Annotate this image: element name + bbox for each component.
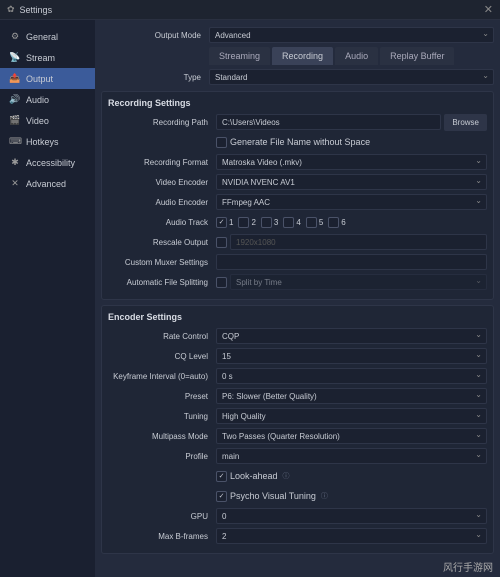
- muxer-input[interactable]: [216, 254, 487, 270]
- titlebar: ✿ Settings ✕: [0, 0, 500, 20]
- gen-filename-nospace-checkbox[interactable]: [216, 137, 227, 148]
- sidebar-item-label: Output: [26, 74, 53, 84]
- sidebar-item-hotkeys[interactable]: ⌨ Hotkeys: [0, 131, 95, 152]
- recording-path-label: Recording Path: [108, 118, 216, 127]
- gpu-label: GPU: [108, 512, 216, 521]
- split-checkbox[interactable]: [216, 277, 227, 288]
- preset-select[interactable]: P6: Slower (Better Quality): [216, 388, 487, 404]
- output-mode-select[interactable]: Advanced: [209, 27, 494, 43]
- track-6-checkbox[interactable]: [328, 217, 339, 228]
- rescale-output-input: 1920x1080: [230, 234, 487, 250]
- track-2-checkbox[interactable]: [238, 217, 249, 228]
- sidebar-item-label: Hotkeys: [26, 137, 59, 147]
- tuning-select[interactable]: High Quality: [216, 408, 487, 424]
- lookahead-label: Look-ahead: [230, 471, 278, 481]
- info-icon[interactable]: ⓘ: [283, 471, 290, 481]
- tab-audio[interactable]: Audio: [335, 47, 378, 65]
- gpu-input[interactable]: 0: [216, 508, 487, 524]
- output-mode-label: Output Mode: [101, 31, 209, 40]
- rate-control-label: Rate Control: [108, 332, 216, 341]
- rescale-output-checkbox[interactable]: [216, 237, 227, 248]
- recording-format-select[interactable]: Matroska Video (.mkv): [216, 154, 487, 170]
- multipass-select[interactable]: Two Passes (Quarter Resolution): [216, 428, 487, 444]
- rescale-output-label: Rescale Output: [108, 238, 216, 247]
- split-select[interactable]: Split by Time: [230, 274, 487, 290]
- sidebar-item-advanced[interactable]: ✕ Advanced: [0, 173, 95, 194]
- antenna-icon: 📡: [9, 52, 21, 63]
- sidebar-item-label: Video: [26, 116, 49, 126]
- psycho-label: Psycho Visual Tuning: [230, 491, 316, 501]
- main-panel: Output Mode Advanced Streaming Recording…: [95, 20, 500, 577]
- sidebar-item-general[interactable]: ⚙ General: [0, 26, 95, 47]
- video-icon: 🎬: [9, 115, 21, 126]
- bframes-input[interactable]: 2: [216, 528, 487, 544]
- encoder-settings-section: Encoder Settings Rate ControlCQP CQ Leve…: [101, 305, 494, 554]
- tab-replay-buffer[interactable]: Replay Buffer: [380, 47, 454, 65]
- cq-level-label: CQ Level: [108, 352, 216, 361]
- audio-encoder-select[interactable]: FFmpeg AAC: [216, 194, 487, 210]
- sidebar-item-accessibility[interactable]: ✱ Accessibility: [0, 152, 95, 173]
- accessibility-icon: ✱: [9, 157, 21, 168]
- sidebar: ⚙ General 📡 Stream 📤 Output 🔊 Audio 🎬 Video ⌨…: [0, 20, 95, 577]
- muxer-label: Custom Muxer Settings: [108, 258, 216, 267]
- psycho-checkbox[interactable]: [216, 491, 227, 502]
- track-4-checkbox[interactable]: [283, 217, 294, 228]
- video-encoder-label: Video Encoder: [108, 178, 216, 187]
- keyboard-icon: ⌨: [9, 136, 21, 147]
- track-3-checkbox[interactable]: [261, 217, 272, 228]
- tab-streaming[interactable]: Streaming: [209, 47, 270, 65]
- audio-encoder-label: Audio Encoder: [108, 198, 216, 207]
- sidebar-item-output[interactable]: 📤 Output: [0, 68, 95, 89]
- rate-control-select[interactable]: CQP: [216, 328, 487, 344]
- sidebar-item-label: Advanced: [26, 179, 66, 189]
- tools-icon: ✕: [9, 178, 21, 189]
- tabs: Streaming Recording Audio Replay Buffer: [209, 47, 494, 65]
- audio-track-label: Audio Track: [108, 218, 216, 227]
- gear-icon: ⚙: [9, 31, 21, 42]
- sidebar-item-audio[interactable]: 🔊 Audio: [0, 89, 95, 110]
- speaker-icon: 🔊: [9, 94, 21, 105]
- keyframe-label: Keyframe Interval (0=auto): [108, 372, 216, 381]
- recording-path-input[interactable]: C:\Users\Videos: [216, 114, 441, 130]
- sidebar-item-stream[interactable]: 📡 Stream: [0, 47, 95, 68]
- multipass-label: Multipass Mode: [108, 432, 216, 441]
- sidebar-item-label: Accessibility: [26, 158, 75, 168]
- window-title: Settings: [20, 5, 484, 15]
- keyframe-input[interactable]: 0 s: [216, 368, 487, 384]
- close-icon[interactable]: ✕: [484, 3, 493, 16]
- type-select[interactable]: Standard: [209, 69, 494, 85]
- type-label: Type: [101, 73, 209, 82]
- preset-label: Preset: [108, 392, 216, 401]
- cq-level-input[interactable]: 15: [216, 348, 487, 364]
- sidebar-item-label: General: [26, 32, 58, 42]
- tuning-label: Tuning: [108, 412, 216, 421]
- profile-select[interactable]: main: [216, 448, 487, 464]
- bframes-label: Max B-frames: [108, 532, 216, 541]
- tab-recording[interactable]: Recording: [272, 47, 333, 65]
- profile-label: Profile: [108, 452, 216, 461]
- browse-button[interactable]: Browse: [444, 114, 487, 131]
- section-title: Recording Settings: [108, 98, 487, 108]
- sidebar-item-label: Audio: [26, 95, 49, 105]
- section-title: Encoder Settings: [108, 312, 487, 322]
- lookahead-checkbox[interactable]: [216, 471, 227, 482]
- gear-icon: ✿: [7, 4, 15, 15]
- sidebar-item-video[interactable]: 🎬 Video: [0, 110, 95, 131]
- gen-filename-nospace-label: Generate File Name without Space: [230, 137, 370, 147]
- track-5-checkbox[interactable]: [306, 217, 317, 228]
- split-label: Automatic File Splitting: [108, 278, 216, 287]
- track-1-checkbox[interactable]: [216, 217, 227, 228]
- recording-settings-section: Recording Settings Recording Path C:\Use…: [101, 91, 494, 300]
- sidebar-item-label: Stream: [26, 53, 55, 63]
- output-icon: 📤: [9, 73, 21, 84]
- video-encoder-select[interactable]: NVIDIA NVENC AV1: [216, 174, 487, 190]
- watermark: 风行手游网: [443, 559, 493, 574]
- info-icon[interactable]: ⓘ: [321, 491, 328, 501]
- recording-format-label: Recording Format: [108, 158, 216, 167]
